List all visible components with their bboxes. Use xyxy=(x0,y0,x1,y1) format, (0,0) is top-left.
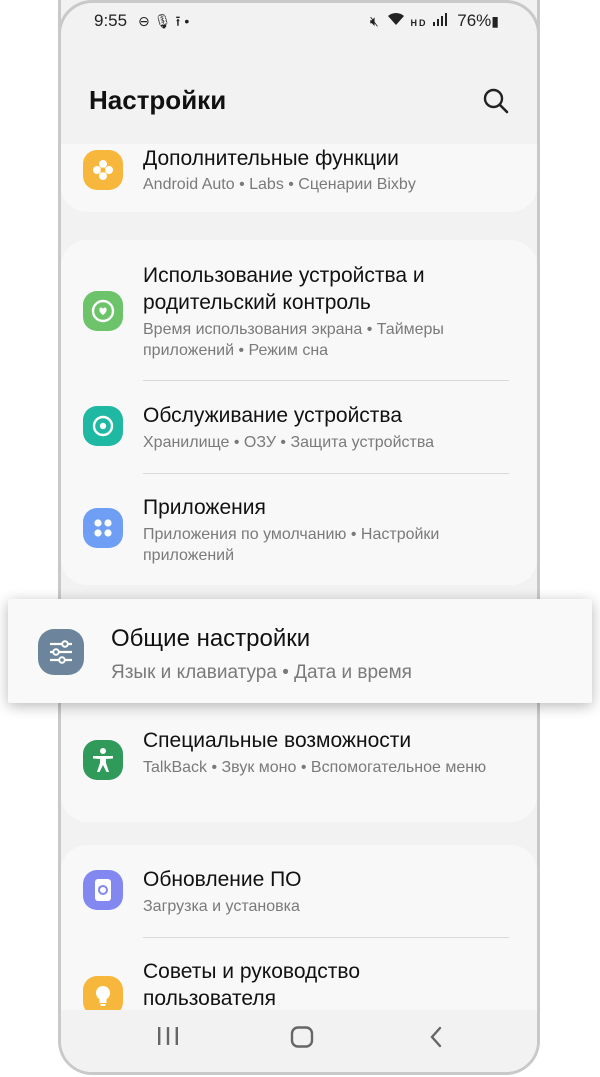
software-update-icon xyxy=(83,870,123,910)
settings-item-accessibility[interactable]: Специальные возможности TalkBack • Звук … xyxy=(61,710,537,820)
home-icon xyxy=(290,1026,314,1048)
dot-icon: • xyxy=(184,13,194,29)
item-title: Обновление ПО xyxy=(143,868,302,891)
settings-item-device-care[interactable]: Обслуживание устройства Хранилище • ОЗУ … xyxy=(61,381,537,473)
phone-screen: 9:55 ⊖🎙︎⭱• 🔇︎ HD 76%▮ Настройки Дополнит… xyxy=(58,0,540,1075)
battery-icon: ▮ xyxy=(491,13,501,29)
settings-item-digital-wellbeing[interactable]: Использование устройства и родительский … xyxy=(61,240,537,380)
apps-icon xyxy=(83,508,123,548)
item-subtitle: Приложения по умолчанию • Настройки прил… xyxy=(143,526,440,564)
status-left-icons: ⊖🎙︎⭱• xyxy=(138,11,193,35)
hd-voice-icon: HD xyxy=(410,18,428,28)
home-button[interactable] xyxy=(290,1026,314,1053)
item-subtitle: Язык и клавиатура • Дата и время xyxy=(111,662,412,683)
item-subtitle: Загрузка и установка xyxy=(143,898,300,915)
mute-icon: 🔇︎ xyxy=(369,13,381,29)
general-management-icon xyxy=(38,629,84,675)
digital-wellbeing-icon xyxy=(83,291,123,331)
settings-item-general-management[interactable]: Общие настройки Язык и клавиатура • Дата… xyxy=(8,599,592,703)
battery-text: 76% xyxy=(457,11,492,30)
card-advanced: Дополнительные функции Android Auto • La… xyxy=(61,144,537,212)
settings-item-software-update[interactable]: Обновление ПО Загрузка и установка xyxy=(61,845,537,937)
item-title: Использование устройства и родительский … xyxy=(143,264,425,314)
device-care-icon xyxy=(83,406,123,446)
mic-icon: 🎙︎ xyxy=(153,13,176,29)
card-device: Использование устройства и родительский … xyxy=(61,240,537,585)
status-right-icons: 🔇︎ HD 76%▮ xyxy=(370,11,501,31)
settings-item-apps[interactable]: Приложения Приложения по умолчанию • Нас… xyxy=(61,474,537,584)
item-title: Обслуживание устройства xyxy=(143,404,403,427)
status-bar: 9:55 ⊖🎙︎⭱• 🔇︎ HD 76%▮ xyxy=(61,8,537,36)
item-title: Общие настройки xyxy=(111,625,311,652)
recent-apps-button[interactable] xyxy=(157,1026,179,1051)
item-subtitle: Android Auto • Labs • Сценарии Bixby xyxy=(143,176,416,193)
back-button[interactable] xyxy=(429,1026,443,1053)
accessibility-icon xyxy=(83,740,123,780)
search-button[interactable] xyxy=(481,86,511,116)
item-subtitle: TalkBack • Звук моно • Вспомогательное м… xyxy=(143,759,487,776)
back-icon xyxy=(430,1026,442,1048)
wifi-icon xyxy=(387,12,411,29)
advanced-features-icon xyxy=(83,150,123,190)
do-not-disturb-icon: ⊖ xyxy=(138,13,154,29)
search-icon xyxy=(483,88,509,114)
item-subtitle: Хранилище • ОЗУ • Защита устройства xyxy=(143,434,435,451)
item-title: Дополнительные функции xyxy=(143,147,399,170)
item-subtitle: Время использования экрана • Таймеры при… xyxy=(143,321,444,359)
navigation-bar xyxy=(61,1010,537,1072)
item-title: Советы и руководство пользователя xyxy=(143,960,361,1010)
signal-icon xyxy=(433,13,453,29)
settings-item-advanced-features[interactable]: Дополнительные функции Android Auto • La… xyxy=(61,144,537,212)
item-title: Приложения xyxy=(143,496,266,519)
recent-apps-icon xyxy=(158,1027,178,1045)
item-title: Специальные возможности xyxy=(143,729,412,752)
status-time: 9:55 xyxy=(94,11,128,30)
page-title: Настройки xyxy=(89,85,227,115)
